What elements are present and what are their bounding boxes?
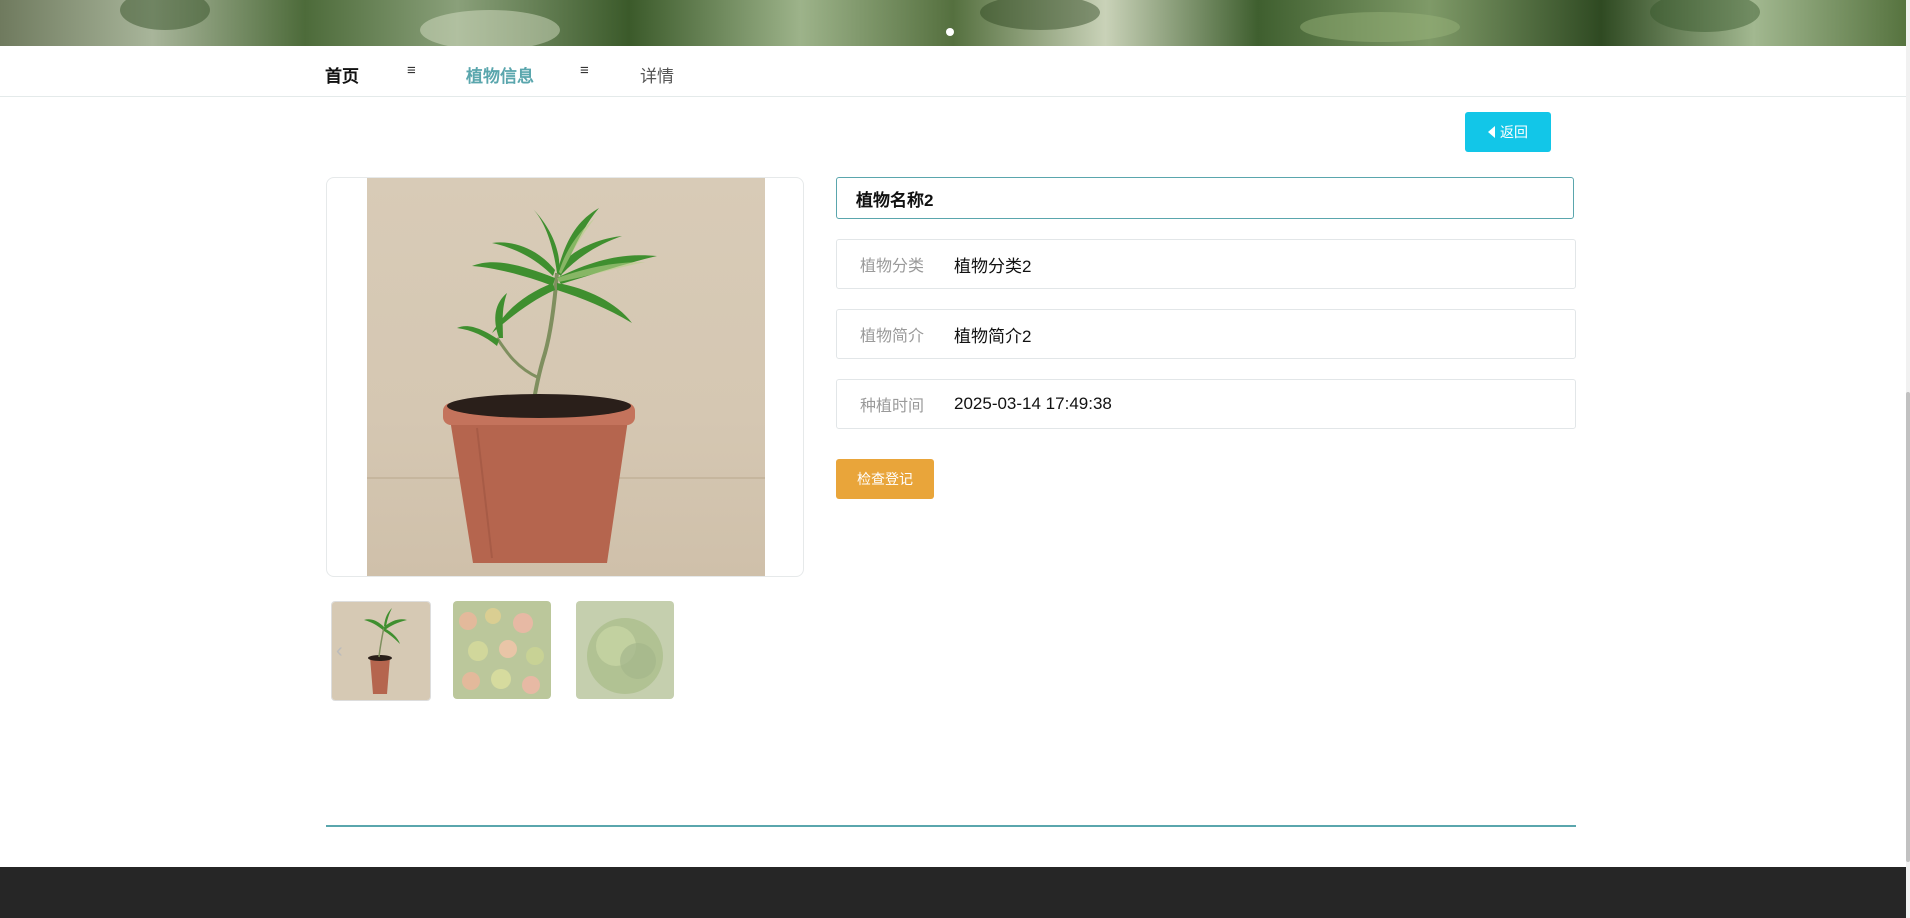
- field-value: 植物分类2: [954, 256, 1032, 276]
- back-button-label: 返回: [1500, 124, 1528, 140]
- page-footer: [0, 867, 1906, 918]
- field-value: 植物简介2: [954, 326, 1032, 346]
- back-button[interactable]: 返回: [1465, 112, 1551, 152]
- main-image-frame: [326, 177, 804, 577]
- thumbnail-1[interactable]: [331, 601, 431, 701]
- field-value: 2025-03-14 17:49:38: [954, 394, 1112, 413]
- breadcrumb-separator: ≡: [580, 62, 589, 79]
- breadcrumb-separator: ≡: [407, 62, 416, 79]
- carousel-indicator-dot[interactable]: [946, 28, 954, 36]
- check-register-button[interactable]: 检查登记: [836, 459, 934, 499]
- field-label: 植物简介: [860, 328, 925, 345]
- breadcrumb-detail: 详情: [640, 67, 674, 86]
- thumbnail-3[interactable]: [576, 601, 674, 699]
- caret-left-icon: [1488, 126, 1495, 138]
- plant-main-image: [367, 178, 765, 576]
- potted-plant-illustration: [367, 208, 765, 563]
- field-plant-intro: 植物简介 植物简介2: [836, 309, 1576, 359]
- thumbnail-image: [576, 601, 674, 699]
- breadcrumb-home-link[interactable]: 首页: [325, 62, 359, 87]
- thumbnail-image: [332, 602, 430, 700]
- breadcrumb: [0, 46, 1906, 97]
- field-label: 种植时间: [860, 398, 925, 415]
- thumbnail-image: [453, 601, 551, 699]
- field-label: 植物分类: [860, 258, 925, 275]
- chevron-left-icon[interactable]: ‹: [336, 640, 343, 663]
- thumbnail-2[interactable]: [453, 601, 551, 699]
- scrollbar-thumb[interactable]: [1906, 392, 1910, 862]
- top-banner-carousel: [0, 0, 1906, 46]
- breadcrumb-plant-info-link[interactable]: 植物信息: [466, 62, 534, 87]
- field-plant-category: 植物分类 植物分类2: [836, 239, 1576, 289]
- content-divider: [326, 825, 1576, 827]
- plant-name-title: 植物名称2: [836, 177, 1574, 219]
- field-planting-time: 种植时间 2025-03-14 17:49:38: [836, 379, 1576, 429]
